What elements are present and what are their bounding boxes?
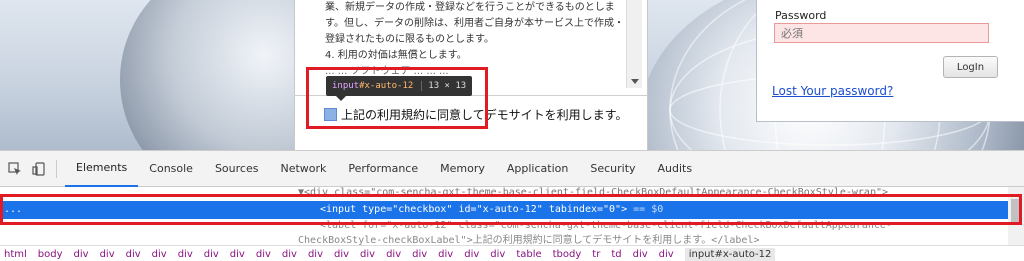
highlight-box-dom-node (0, 194, 1022, 225)
tab-sources[interactable]: Sources (204, 151, 270, 187)
breadcrumb-item[interactable]: tbody (553, 249, 582, 260)
breadcrumb-item[interactable]: table (516, 249, 541, 260)
terms-scrollbar[interactable] (626, 0, 642, 88)
terms-line: 登録されたものに限るものとします。 (325, 34, 494, 45)
tab-performance[interactable]: Performance (337, 151, 429, 187)
web-page-viewport: 業、新規データの作成・登録などを行うことができるものとしま す。但し、データの削… (0, 0, 1024, 150)
breadcrumb-item[interactable]: div (334, 249, 349, 260)
tab-security[interactable]: Security (579, 151, 646, 187)
dom-breadcrumb: html body div div div div div div div div div div di… (0, 245, 1024, 261)
tab-console[interactable]: Console (138, 151, 204, 187)
breadcrumb-item[interactable]: div (100, 249, 115, 260)
breadcrumb-item[interactable]: div (282, 249, 297, 260)
breadcrumb-item[interactable]: div (360, 249, 375, 260)
breadcrumb-item[interactable]: input#x-auto-12 (684, 247, 776, 261)
breadcrumb-item[interactable]: td (611, 249, 621, 260)
breadcrumb-item[interactable]: div (204, 249, 219, 260)
highlight-box-checkbox (306, 67, 488, 129)
breadcrumb-item[interactable]: div (256, 249, 271, 260)
breadcrumb-item[interactable]: html (4, 249, 27, 260)
lost-password-link[interactable]: Lost Your password? (772, 84, 893, 98)
breadcrumb-item[interactable]: div (438, 249, 453, 260)
device-toggle-icon[interactable] (30, 160, 48, 178)
breadcrumb-item[interactable]: div (464, 249, 479, 260)
terms-line: す。但し、データの削除は、利用者ご自身が本サービス上で作成・ (325, 18, 624, 29)
breadcrumb-item[interactable]: div (152, 249, 167, 260)
breadcrumb-item[interactable]: div (308, 249, 323, 260)
tab-network[interactable]: Network (269, 151, 337, 187)
password-label: Password (775, 9, 827, 22)
devtools-tabbar: Elements Console Sources Network Perform… (0, 151, 1024, 187)
breadcrumb-item[interactable]: body (38, 249, 63, 260)
breadcrumb-item[interactable]: div (74, 249, 89, 260)
terms-line: 4. 利用の対価は無償とします。 (325, 50, 467, 61)
scroll-down-icon[interactable] (631, 79, 639, 84)
toolbar-divider (56, 159, 57, 178)
tab-elements[interactable]: Elements (65, 151, 139, 187)
breadcrumb-item[interactable]: div (490, 249, 505, 260)
breadcrumb-item[interactable]: tr (592, 249, 600, 260)
inspect-element-icon[interactable] (6, 160, 24, 178)
login-button[interactable]: LogIn (943, 56, 998, 78)
tab-memory[interactable]: Memory (429, 151, 496, 187)
tab-audits[interactable]: Audits (647, 151, 704, 187)
password-input[interactable] (774, 23, 989, 43)
terms-line: 業、新規データの作成・登録などを行うことができるものとしま (325, 2, 615, 13)
breadcrumb-item[interactable]: div (659, 249, 674, 260)
breadcrumb-item[interactable]: div (230, 249, 245, 260)
tab-application[interactable]: Application (496, 151, 579, 187)
breadcrumb-item[interactable]: div (126, 249, 141, 260)
login-panel: Password LogIn (756, 0, 1024, 122)
breadcrumb-item[interactable]: div (412, 249, 427, 260)
breadcrumb-item[interactable]: div (178, 249, 193, 260)
dom-node-label-cont[interactable]: CheckBoxStyle-checkBoxLabel">上記の利用規約に同意し… (0, 231, 1012, 246)
breadcrumb-item[interactable]: div (633, 249, 648, 260)
breadcrumb-item[interactable]: div (386, 249, 401, 260)
